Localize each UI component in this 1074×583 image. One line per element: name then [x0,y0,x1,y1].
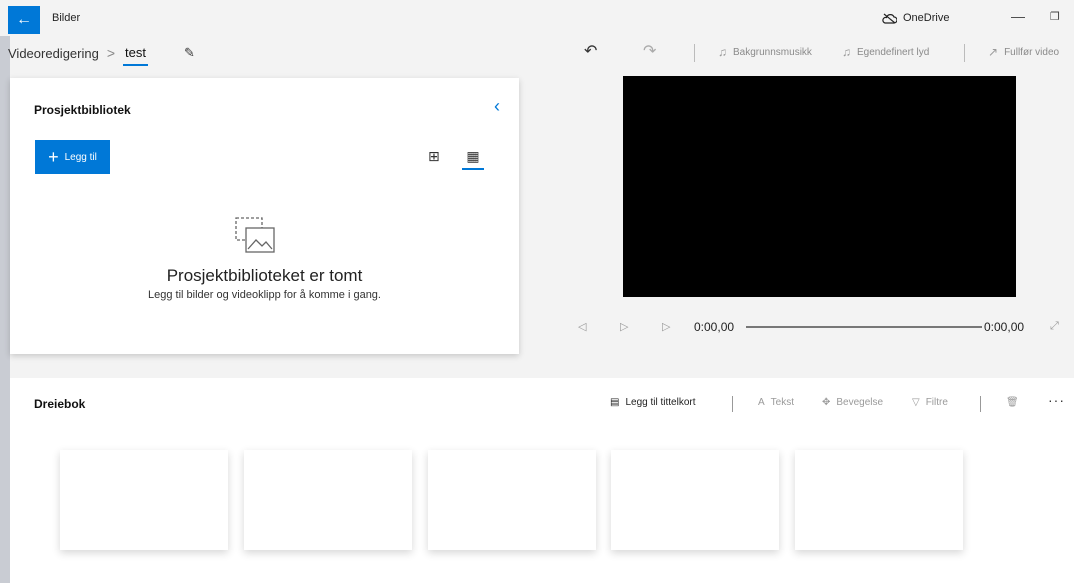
title-card-icon: ▤ [610,397,620,408]
breadcrumb-current[interactable]: test [123,41,148,66]
fullscreen-button[interactable]: ⤢ [1050,320,1059,333]
motion-button[interactable]: ✥ Bevegelse [822,397,883,408]
text-button[interactable]: A Tekst [758,397,794,408]
back-button[interactable]: ← [8,6,40,34]
background-music-button[interactable]: ♫ Bakgrunnsmusikk [718,45,812,59]
rename-project-button[interactable]: ✎ [184,45,195,61]
undo-button[interactable]: ↶ [584,41,597,61]
video-preview[interactable] [623,76,1016,297]
play-button[interactable]: ▷ [620,320,628,333]
finish-video-button[interactable]: ↗ Fullfør video [988,45,1059,59]
motion-label: Bevegelse [836,397,884,408]
small-grid-view-button[interactable]: ▦ [462,144,484,170]
delete-button[interactable]: 🗑 [1006,397,1019,408]
title-bar: ← Bilder OneDrive — ❐ [0,0,1074,36]
text-label: Tekst [770,397,795,408]
restore-icon: ❐ [1050,11,1060,23]
step-forward-icon: ▷ [662,321,671,333]
filters-button[interactable]: ▽ Filtre [912,397,948,408]
storyboard-panel: Dreiebok ▤ Legg til tittelkort A Tekst ✥… [10,378,1074,583]
add-title-card-button[interactable]: ▤ Legg til tittelkort [610,397,696,408]
onedrive-button[interactable]: OneDrive [882,12,949,24]
add-title-card-label: Legg til tittelkort [625,397,696,408]
onedrive-label: OneDrive [903,12,950,24]
minimize-button[interactable]: — [1011,8,1025,24]
storyboard-slot[interactable] [60,450,228,550]
breadcrumb-root[interactable]: Videoredigering [0,46,99,61]
library-title: Prosjektbibliotek [34,103,131,117]
share-icon: ↗ [988,45,999,59]
seek-bar[interactable] [746,326,982,328]
restore-button[interactable]: ❐ [1050,10,1060,23]
text-icon: A [758,397,765,408]
storyboard-slot[interactable] [428,450,596,550]
add-media-label: Legg til [64,151,97,163]
motion-icon: ✥ [822,397,831,408]
redo-button[interactable]: ↷ [643,41,656,61]
storyboard-title: Dreiebok [34,397,86,411]
large-grid-view-button[interactable]: ⊞ [428,148,440,165]
total-time: 0:00,00 [984,320,1025,334]
collapse-library-button[interactable]: ‹ [494,96,500,117]
custom-audio-button[interactable]: ♫ Egendefinert lyd [842,45,929,59]
app-title: Bilder [52,12,81,24]
previous-frame-button[interactable]: ◁ [578,320,586,333]
breadcrumb-separator: > [106,45,116,61]
cloud-off-icon [882,13,897,24]
finish-video-label: Fullfør video [1004,46,1060,58]
empty-library-title: Prosjektbiblioteket er tomt [166,266,363,285]
trash-icon: 🗑 [1006,397,1019,408]
add-media-button[interactable]: + Legg til [35,140,110,174]
filters-label: Filtre [925,397,948,408]
toolbar-divider [694,44,695,62]
project-library-panel: Prosjektbibliotek ‹ + Legg til ⊞ ▦ Prosj… [10,78,519,354]
breadcrumb: Videoredigering > test [0,38,148,68]
current-time: 0:00,00 [694,320,735,334]
storyboard-slot[interactable] [611,450,779,550]
storyboard-divider [980,396,981,412]
toolbar-divider [964,44,965,62]
media-library-icon [235,217,275,253]
next-frame-button[interactable]: ▷ [662,320,670,333]
redo-icon: ↷ [643,43,657,60]
undo-icon: ↶ [584,43,598,60]
step-back-icon: ◁ [578,321,587,333]
grid-large-icon: ⊞ [428,148,440,164]
grid-small-icon: ▦ [466,148,480,164]
photos-app-window: ← Bilder OneDrive — ❐ Videoredigering > … [0,0,1074,583]
expand-icon: ⤢ [1050,320,1059,332]
more-options-button[interactable]: ··· [1048,392,1065,408]
plus-icon: + [48,147,59,167]
custom-audio-label: Egendefinert lyd [857,46,930,58]
play-icon: ▷ [620,321,629,333]
music-note-icon: ♫ [718,45,727,59]
arrow-left-icon: ← [16,11,32,28]
window-edge [0,36,10,583]
person-audio-icon: ♫ [842,45,851,59]
filter-icon: ▽ [912,397,920,408]
empty-library-subtitle: Legg til bilder og videoklipp for å komm… [148,289,381,301]
chevron-left-icon: ‹ [494,96,500,116]
storyboard-slot[interactable] [795,450,963,550]
background-music-label: Bakgrunnsmusikk [733,46,812,58]
storyboard-slot[interactable] [244,450,412,550]
storyboard-divider [732,396,733,412]
pencil-icon: ✎ [184,45,195,60]
